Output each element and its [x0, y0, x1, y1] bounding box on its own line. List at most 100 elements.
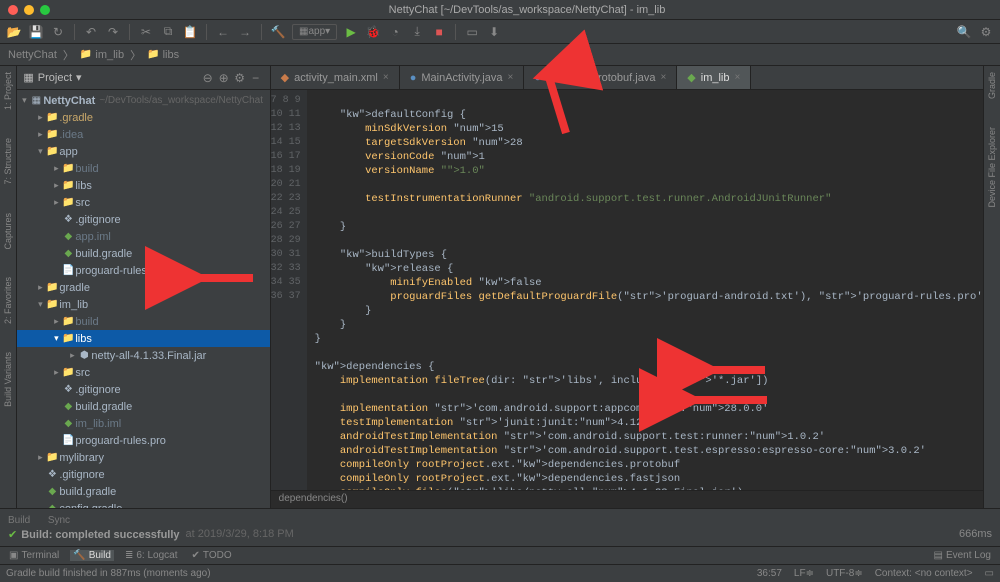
tree-imlib-buildgradle[interactable]: ◆build.gradle	[17, 398, 269, 415]
caret-position[interactable]: 36:57	[757, 568, 782, 579]
tree-app-libs[interactable]: ▸📁libs	[17, 177, 269, 194]
left-tool-gutter: 1: Project 7: Structure Captures 2: Favo…	[0, 66, 17, 508]
breadcrumb-project[interactable]: NettyChat	[8, 49, 57, 61]
search-icon[interactable]: 🔍	[956, 24, 972, 40]
paste-icon[interactable]: 📋	[182, 24, 198, 40]
tree-imlib-src[interactable]: ▸📁src	[17, 364, 269, 381]
minimize-window-button[interactable]	[24, 5, 34, 15]
file-encoding[interactable]: UTF-8≑	[826, 568, 863, 579]
open-icon[interactable]: 📂	[6, 24, 22, 40]
cut-icon[interactable]: ✂	[138, 24, 154, 40]
memory-indicator[interactable]: ▭	[985, 568, 994, 579]
undo-icon[interactable]: ↶	[83, 24, 99, 40]
mac-titlebar: NettyChat [~/DevTools/as_workspace/Netty…	[0, 0, 1000, 20]
line-gutter: 7 8 9 10 11 12 13 14 15 16 17 18 19 20 2…	[271, 90, 307, 490]
tab-activity-main[interactable]: ◆activity_main.xml×	[271, 66, 400, 89]
settings-icon[interactable]: ⚙	[978, 24, 994, 40]
project-tree[interactable]: ▾▦NettyChat~/DevTools/as_workspace/Netty…	[17, 90, 269, 508]
forward-icon[interactable]: →	[237, 24, 253, 40]
main-toolbar: 📂 💾 ↻ ↶ ↷ ✂ ⧉ 📋 ← → 🔨 ▦ app ▾ ▶ 🐞 ◔ ⤓ ■ …	[0, 20, 1000, 44]
tree-idea-dir[interactable]: ▸📁.idea	[17, 126, 269, 143]
run-icon[interactable]: ▶	[343, 24, 359, 40]
copy-icon[interactable]: ⧉	[160, 24, 176, 40]
project-panel: ▦ Project ▾ ⊖ ⊕ ⚙ − ▾▦NettyChat~/DevTool…	[17, 66, 270, 508]
tree-app-iml[interactable]: ◆app.iml	[17, 228, 269, 245]
tree-imlib-build[interactable]: ▸📁build	[17, 313, 269, 330]
back-icon[interactable]: ←	[215, 24, 231, 40]
run-config-dropdown[interactable]: ▦ app ▾	[292, 24, 337, 40]
tree-root-buildgradle[interactable]: ◆build.gradle	[17, 483, 269, 500]
status-message: Gradle build finished in 887ms (moments …	[6, 568, 211, 579]
tree-app-buildgradle[interactable]: ◆build.gradle	[17, 245, 269, 262]
tree-netty-jar[interactable]: ▸⬢netty-all-4.1.33.Final.jar	[17, 347, 269, 364]
tree-app-src[interactable]: ▸📁src	[17, 194, 269, 211]
favorites-tool-tab[interactable]: 2: Favorites	[1, 275, 15, 326]
stop-icon[interactable]: ■	[431, 24, 447, 40]
redo-icon[interactable]: ↷	[105, 24, 121, 40]
collapse-all-icon[interactable]: ⊖	[200, 70, 216, 86]
tree-imlib[interactable]: ▾📁im_lib	[17, 296, 269, 313]
logcat-tab[interactable]: ≣ 6: Logcat	[122, 550, 181, 561]
attach-icon[interactable]: ⤓	[409, 24, 425, 40]
sync-icon[interactable]: ↻	[50, 24, 66, 40]
tree-app[interactable]: ▾📁app	[17, 143, 269, 160]
tree-app-gitignore[interactable]: ❖.gitignore	[17, 211, 269, 228]
tree-app-proguard[interactable]: 📄proguard-rules.pro	[17, 262, 269, 279]
status-bar: Gradle build finished in 887ms (moments …	[0, 564, 1000, 582]
tree-config-gradle[interactable]: ◆config.gradle	[17, 500, 269, 508]
gradle-tool-tab[interactable]: Gradle	[985, 70, 999, 101]
tab-main-activity[interactable]: ●MainActivity.java×	[400, 66, 525, 89]
build-time: at 2019/3/29, 8:18 PM	[186, 528, 294, 540]
structure-tool-tab[interactable]: 7: Structure	[1, 136, 15, 187]
context-indicator[interactable]: Context: <no context>	[875, 568, 973, 579]
window-controls	[8, 5, 50, 15]
tree-gradle[interactable]: ▸📁gradle	[17, 279, 269, 296]
maximize-window-button[interactable]	[40, 5, 50, 15]
run-config-label: app	[308, 26, 325, 37]
captures-tool-tab[interactable]: Captures	[1, 211, 15, 252]
editor-area: ◆activity_main.xml× ●MainActivity.java× …	[271, 66, 983, 508]
todo-tab[interactable]: ✔ TODO	[189, 550, 235, 561]
editor-body[interactable]: 7 8 9 10 11 12 13 14 15 16 17 18 19 20 2…	[271, 90, 983, 490]
tree-app-build[interactable]: ▸📁build	[17, 160, 269, 177]
tree-root-gitignore[interactable]: ❖.gitignore	[17, 466, 269, 483]
line-separator[interactable]: LF≑	[794, 568, 814, 579]
eventlog-tab[interactable]: ▤ Event Log	[931, 550, 995, 561]
debug-icon[interactable]: 🐞	[365, 24, 381, 40]
tree-mylibrary[interactable]: ▸📁mylibrary	[17, 449, 269, 466]
project-tool-tab[interactable]: 1: Project	[1, 70, 15, 112]
project-panel-header: ▦ Project ▾ ⊖ ⊕ ⚙ −	[17, 66, 269, 90]
build-variants-tool-tab[interactable]: Build Variants	[1, 350, 15, 409]
hammer-icon[interactable]: 🔨	[270, 24, 286, 40]
project-view-selector[interactable]: ▦ Project ▾	[23, 71, 81, 84]
editor-breadcrumb[interactable]: dependencies()	[271, 490, 983, 508]
close-window-button[interactable]	[8, 5, 18, 15]
tab-imlib[interactable]: ◆im_lib×	[677, 66, 751, 89]
tree-imlib-proguard[interactable]: 📄proguard-rules.pro	[17, 432, 269, 449]
build-panel: Build Sync Build: completed successfully…	[0, 508, 1000, 546]
build-tab[interactable]: 🔨 Build	[70, 550, 114, 561]
tab-message-protobuf[interactable]: ●MessageProtobuf.java×	[524, 66, 677, 89]
tree-imlib-libs[interactable]: ▾📁libs	[17, 330, 269, 347]
right-tool-gutter: Gradle Device File Explorer	[983, 66, 1000, 508]
sdk-icon[interactable]: ⬇	[486, 24, 502, 40]
breadcrumb-folder[interactable]: libs	[147, 49, 179, 61]
terminal-tab[interactable]: ▣ Terminal	[6, 550, 62, 561]
breadcrumb-module[interactable]: im_lib	[80, 49, 124, 61]
gear-icon[interactable]: ⚙	[232, 70, 248, 86]
tree-gradle-dir[interactable]: ▸📁.gradle	[17, 109, 269, 126]
hide-panel-icon[interactable]: −	[248, 70, 264, 86]
build-header-build[interactable]: Build	[8, 515, 30, 526]
build-header-sync[interactable]: Sync	[48, 515, 70, 526]
tree-imlib-iml[interactable]: ◆im_lib.iml	[17, 415, 269, 432]
tree-imlib-gitignore[interactable]: ❖.gitignore	[17, 381, 269, 398]
preview-tool-tab[interactable]: Device File Explorer	[985, 125, 999, 210]
save-icon[interactable]: 💾	[28, 24, 44, 40]
editor-tabs: ◆activity_main.xml× ●MainActivity.java× …	[271, 66, 983, 90]
profile-icon[interactable]: ◔	[387, 24, 403, 40]
build-result[interactable]: Build: completed successfully	[8, 528, 180, 541]
avd-icon[interactable]: ▭	[464, 24, 480, 40]
tree-root[interactable]: ▾▦NettyChat~/DevTools/as_workspace/Netty…	[17, 92, 269, 109]
code-area[interactable]: "kw">defaultConfig { minSdkVersion "num"…	[307, 90, 983, 490]
target-icon[interactable]: ⊕	[216, 70, 232, 86]
